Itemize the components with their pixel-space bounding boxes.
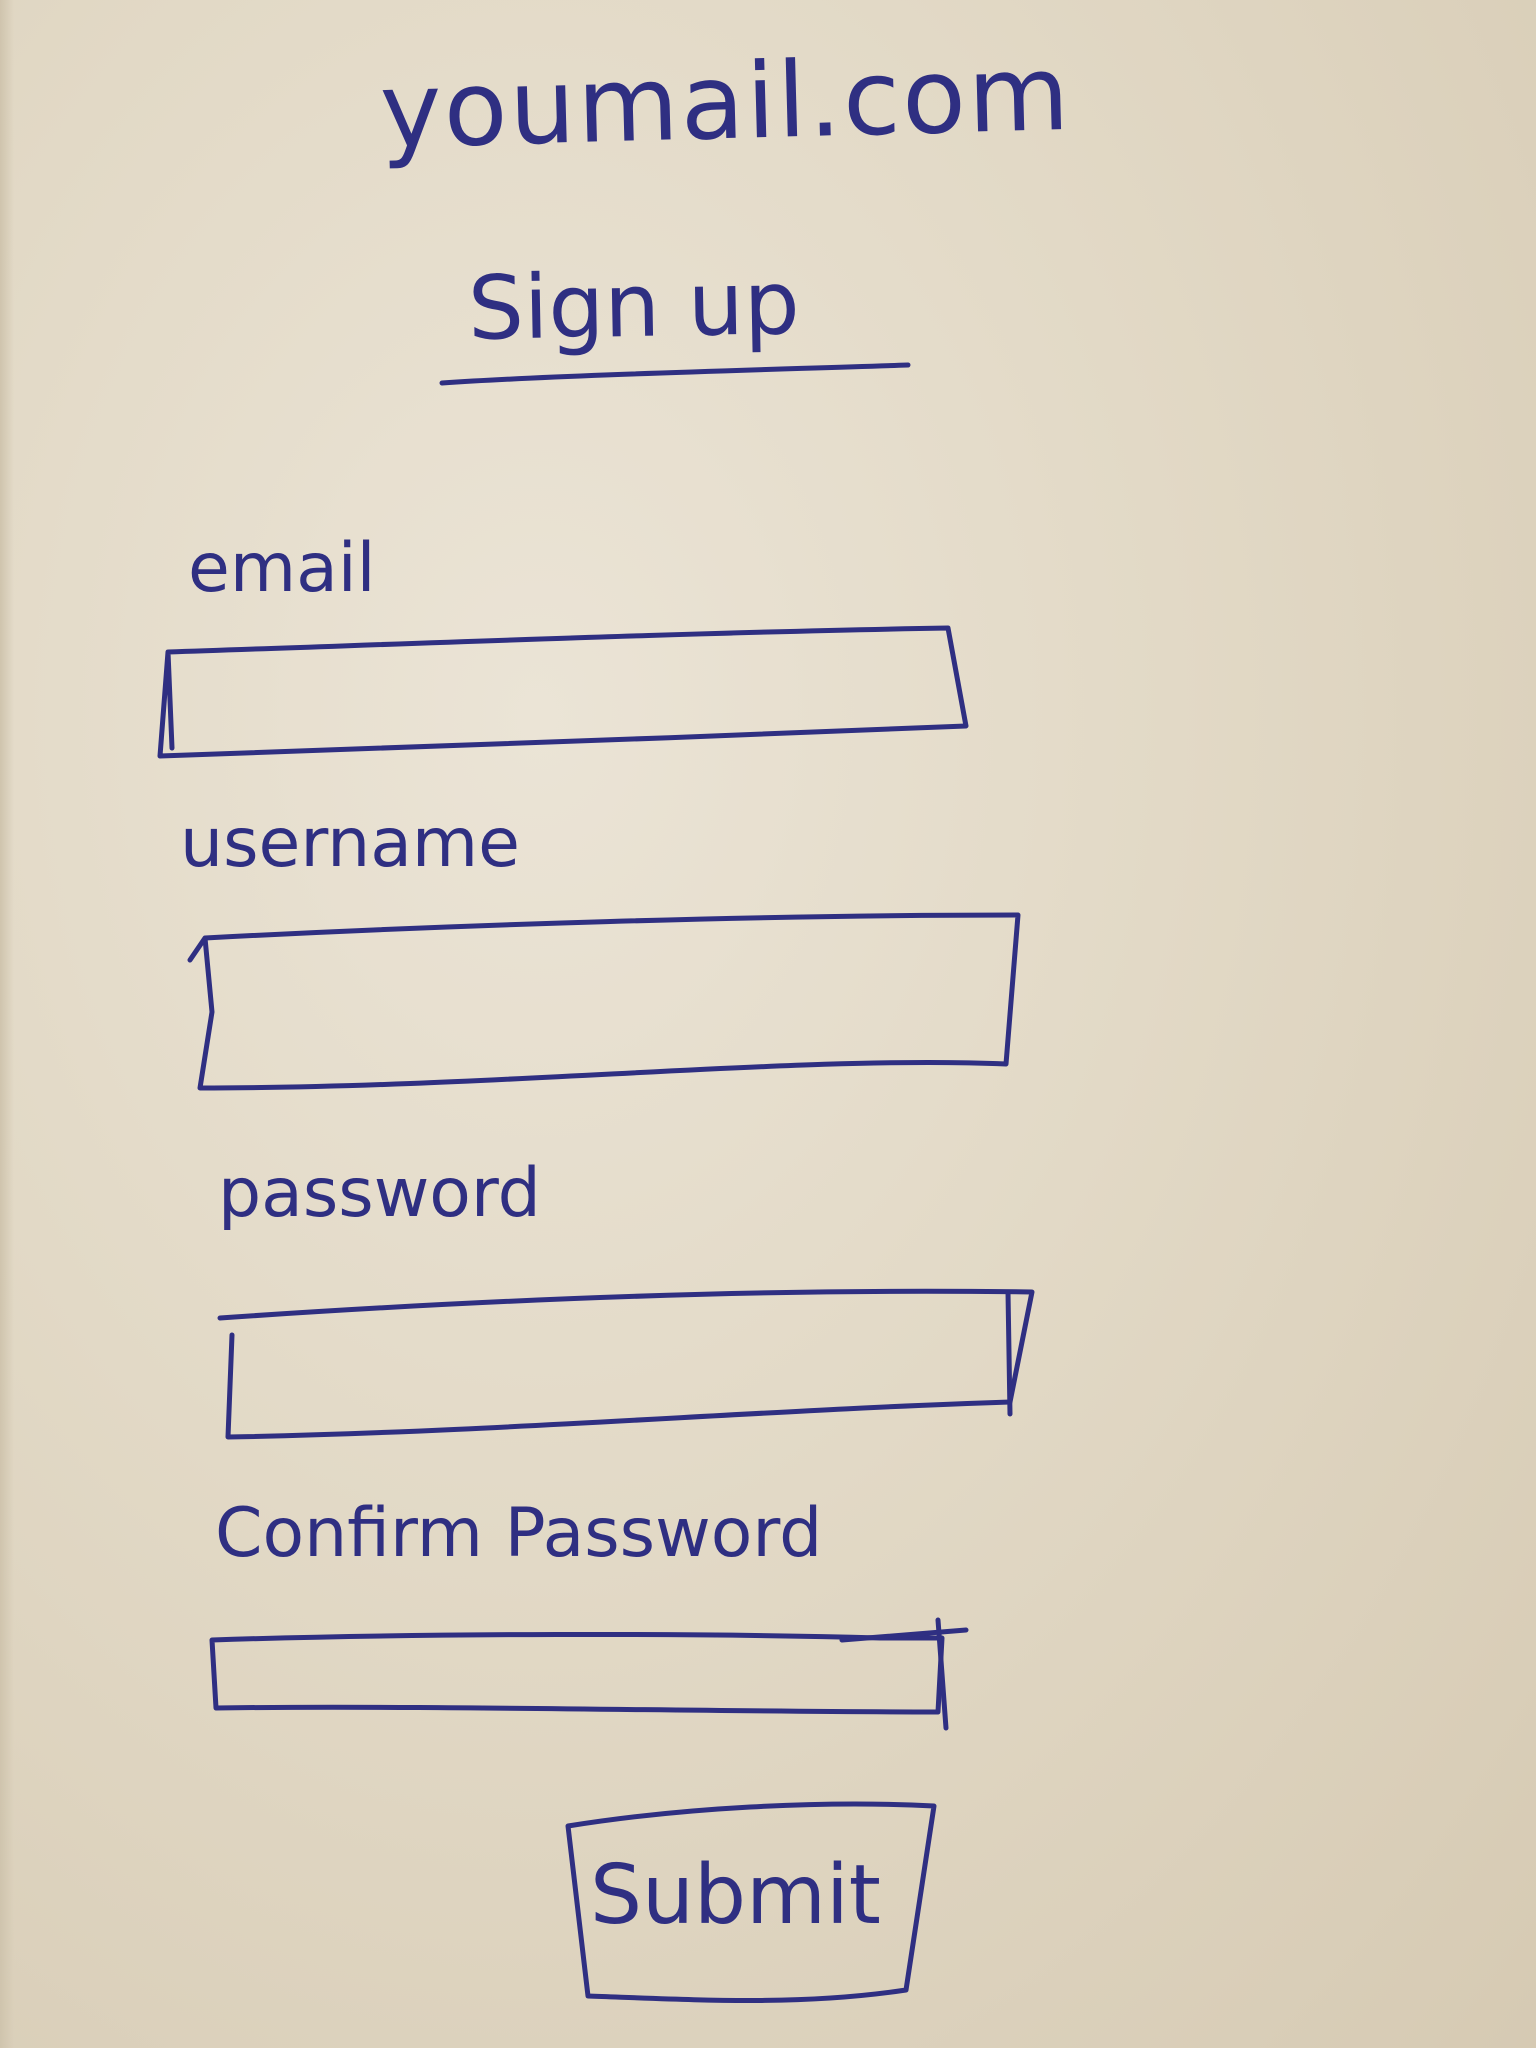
- heading-underline: [439, 362, 911, 386]
- confirm-password-label: Confirm Password: [215, 1494, 823, 1573]
- page-heading: Sign up: [467, 251, 801, 360]
- username-label: username: [180, 804, 520, 883]
- username-input[interactable]: [198, 920, 1012, 1082]
- paper-edge: [0, 0, 14, 2048]
- password-input[interactable]: [224, 1292, 1012, 1434]
- email-label: email: [188, 529, 376, 608]
- password-label: password: [218, 1154, 541, 1233]
- site-title: youmail.com: [378, 31, 1073, 173]
- email-input[interactable]: [168, 638, 972, 750]
- confirm-password-input[interactable]: [212, 1636, 952, 1708]
- submit-button-label: Submit: [590, 1848, 881, 1943]
